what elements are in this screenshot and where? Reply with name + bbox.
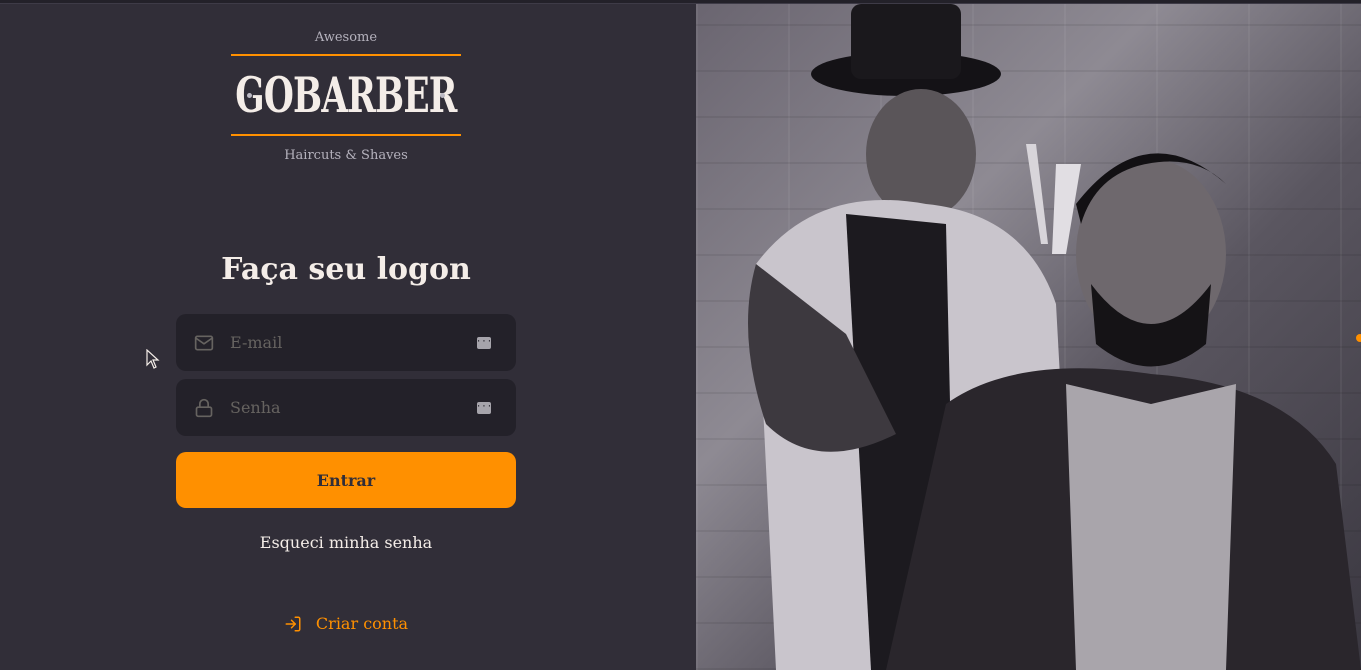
- email-field[interactable]: ···: [176, 314, 516, 371]
- login-title: Faça seu logon: [221, 252, 471, 287]
- logo-brand: GOBARBER: [231, 56, 461, 134]
- password-field[interactable]: ···: [176, 379, 516, 436]
- logo-bottom-rule: [231, 134, 461, 136]
- logo-awesome-text: Awesome: [314, 30, 378, 45]
- key-icon[interactable]: ···: [476, 401, 492, 414]
- forgot-password-link[interactable]: Esqueci minha senha: [176, 533, 516, 552]
- create-account-link[interactable]: Criar conta: [176, 614, 516, 633]
- lock-icon: [194, 398, 214, 418]
- log-in-icon: [284, 615, 302, 633]
- password-input[interactable]: [230, 398, 477, 417]
- gobarber-logo: Awesome GOBARBER Haircuts & Shaves: [231, 30, 461, 163]
- logo-dot-right: [440, 93, 445, 98]
- logo-wordmark: GOBARBER: [235, 66, 457, 124]
- create-account-label: Criar conta: [315, 614, 409, 633]
- email-input[interactable]: [230, 333, 477, 352]
- scroll-indicator-dot: [1356, 334, 1361, 342]
- barber-silhouette: [748, 4, 1361, 670]
- key-icon[interactable]: ···: [476, 336, 492, 349]
- logo-tagline: Haircuts & Shaves: [284, 148, 408, 163]
- barber-photo: [696, 4, 1361, 670]
- mouse-cursor-icon: [146, 349, 160, 369]
- mail-icon: [194, 333, 214, 353]
- submit-button[interactable]: Entrar: [176, 452, 516, 508]
